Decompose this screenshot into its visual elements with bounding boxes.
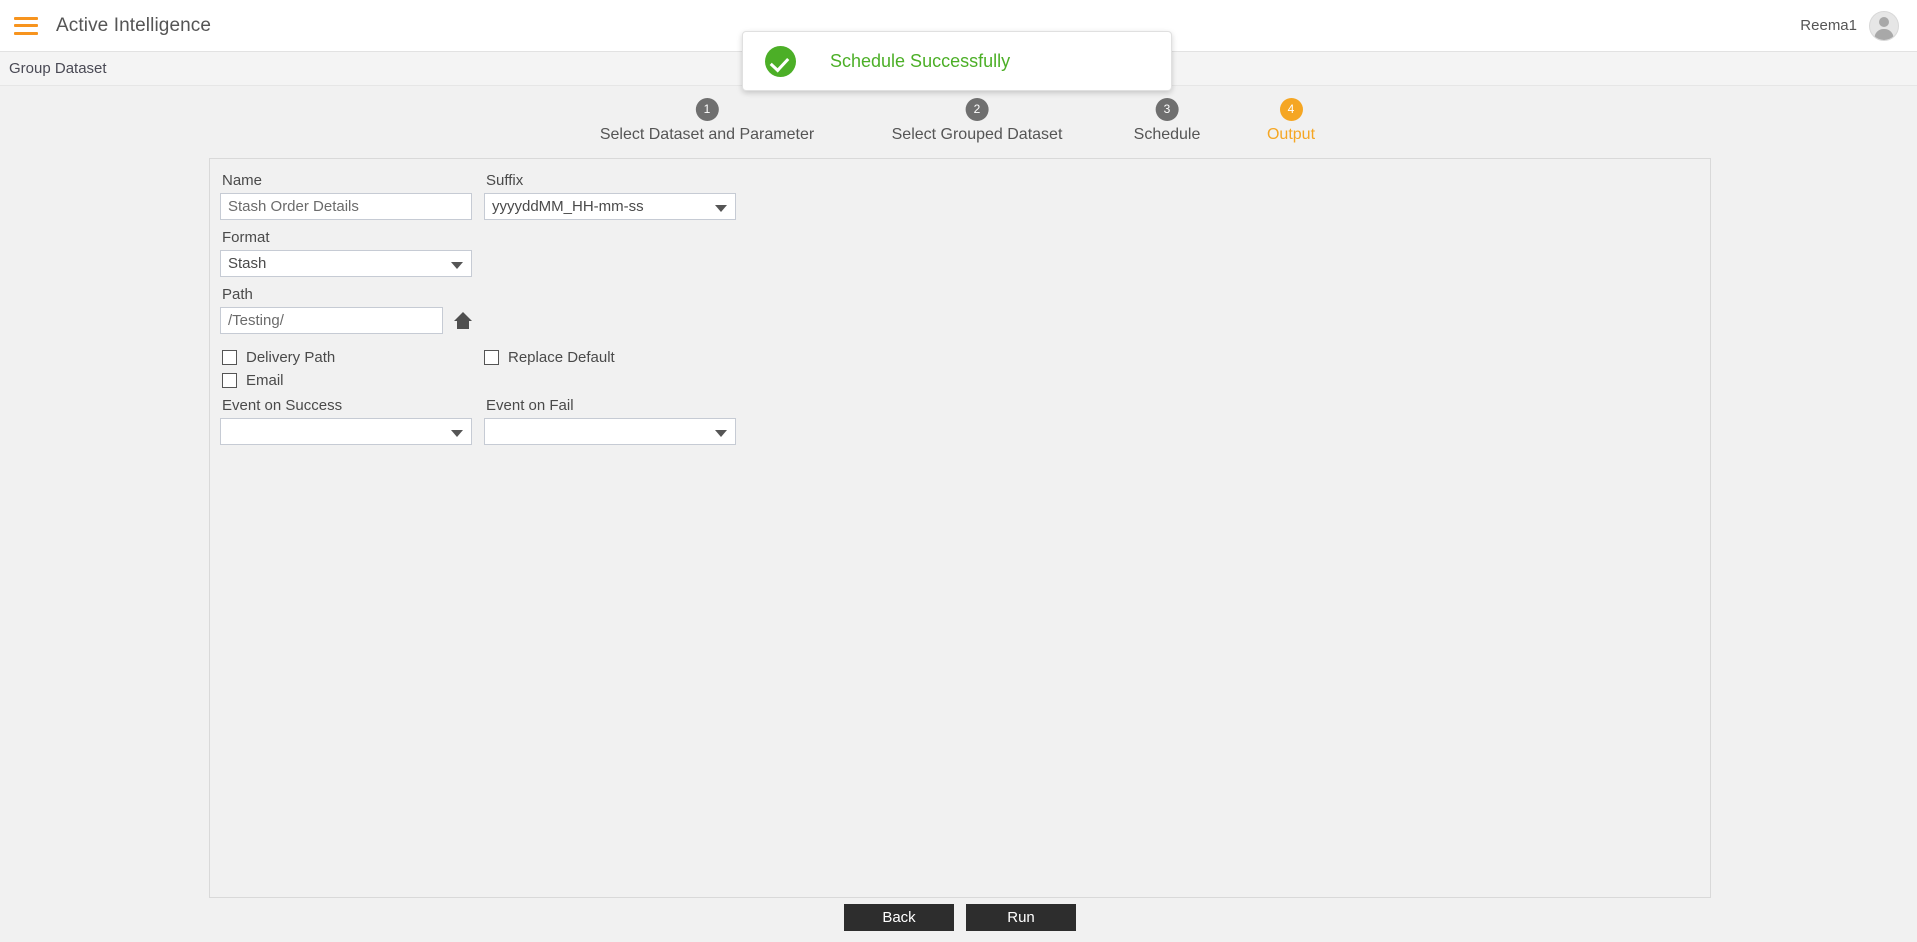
chevron-down-icon	[715, 205, 727, 212]
format-select[interactable]: Stash	[220, 250, 472, 277]
replace-default-checkbox-item[interactable]: Replace Default	[484, 349, 741, 366]
event-on-success-select[interactable]	[220, 418, 472, 445]
hamburger-bar-1	[14, 17, 38, 20]
app-title: Active Intelligence	[56, 15, 211, 37]
chevron-down-icon	[451, 262, 463, 269]
name-label: Name	[220, 172, 472, 189]
delivery-path-checkbox[interactable]	[222, 350, 237, 365]
suffix-selected-value: yyyyddMM_HH-mm-ss	[492, 198, 644, 215]
wizard-step-1[interactable]: 1 Select Dataset and Parameter	[600, 98, 814, 144]
run-button[interactable]: Run	[966, 904, 1076, 931]
path-input-row	[220, 307, 472, 334]
path-row: Path	[215, 286, 1710, 343]
output-form-panel: Name Suffix yyyyddMM_HH-mm-ss Format Sta…	[209, 158, 1711, 898]
wizard-step-2-number: 2	[965, 98, 988, 121]
path-field-group: Path	[220, 286, 472, 334]
name-input[interactable]	[220, 193, 472, 220]
success-toast: Schedule Successfully	[742, 31, 1172, 91]
wizard-step-1-label: Select Dataset and Parameter	[600, 126, 814, 144]
email-label: Email	[246, 372, 284, 389]
wizard-step-4[interactable]: 4 Output	[1267, 98, 1315, 144]
wizard-step-2[interactable]: 2 Select Grouped Dataset	[892, 98, 1063, 144]
back-button[interactable]: Back	[844, 904, 954, 931]
delivery-path-label: Delivery Path	[246, 349, 335, 366]
hamburger-menu-icon[interactable]	[14, 17, 38, 35]
breadcrumb: Group Dataset	[9, 60, 107, 77]
checkbox-row-2: Email	[215, 372, 1710, 389]
path-label: Path	[220, 286, 472, 303]
email-checkbox-item[interactable]: Email	[222, 372, 479, 389]
delivery-path-checkbox-item[interactable]: Delivery Path	[222, 349, 479, 366]
wizard-step-2-label: Select Grouped Dataset	[892, 126, 1063, 144]
event-on-fail-label: Event on Fail	[484, 397, 736, 414]
footer-actions: Back Run	[209, 904, 1711, 931]
wizard-step-4-number: 4	[1280, 98, 1303, 121]
format-label: Format	[220, 229, 472, 246]
user-avatar-icon[interactable]	[1869, 11, 1899, 41]
event-on-success-group: Event on Success	[220, 397, 472, 445]
chevron-down-icon	[451, 430, 463, 437]
name-field-group: Name	[220, 172, 472, 220]
replace-default-checkbox[interactable]	[484, 350, 499, 365]
hamburger-bar-2	[14, 24, 38, 27]
top-bar-right: Reema1	[1800, 11, 1899, 41]
suffix-select[interactable]: yyyyddMM_HH-mm-ss	[484, 193, 736, 220]
toast-message: Schedule Successfully	[830, 51, 1010, 72]
hamburger-bar-3	[14, 32, 38, 35]
suffix-label: Suffix	[484, 172, 736, 189]
wizard-step-3-number: 3	[1156, 98, 1179, 121]
wizard-step-1-number: 1	[696, 98, 719, 121]
output-form: Name Suffix yyyyddMM_HH-mm-ss Format Sta…	[210, 159, 1710, 454]
suffix-field-group: Suffix yyyyddMM_HH-mm-ss	[484, 172, 736, 220]
event-on-success-label: Event on Success	[220, 397, 472, 414]
name-suffix-row: Name Suffix yyyyddMM_HH-mm-ss	[215, 172, 1710, 229]
check-circle-icon	[765, 46, 796, 77]
wizard-step-3-label: Schedule	[1134, 126, 1201, 144]
wizard-steps: 1 Select Dataset and Parameter 2 Select …	[0, 86, 1917, 142]
event-on-fail-select[interactable]	[484, 418, 736, 445]
event-on-fail-group: Event on Fail	[484, 397, 736, 445]
wizard-step-4-label: Output	[1267, 126, 1315, 144]
wizard-step-3[interactable]: 3 Schedule	[1134, 98, 1201, 144]
path-input[interactable]	[220, 307, 443, 334]
event-row: Event on Success Event on Fail	[215, 397, 1710, 454]
chevron-down-icon	[715, 430, 727, 437]
format-row: Format Stash	[215, 229, 1710, 286]
checkbox-row-1: Delivery Path Replace Default	[215, 349, 1710, 366]
home-icon[interactable]	[454, 312, 472, 329]
format-field-group: Format Stash	[220, 229, 472, 277]
format-selected-value: Stash	[228, 255, 266, 272]
replace-default-label: Replace Default	[508, 349, 615, 366]
email-checkbox[interactable]	[222, 373, 237, 388]
user-name: Reema1	[1800, 17, 1857, 34]
